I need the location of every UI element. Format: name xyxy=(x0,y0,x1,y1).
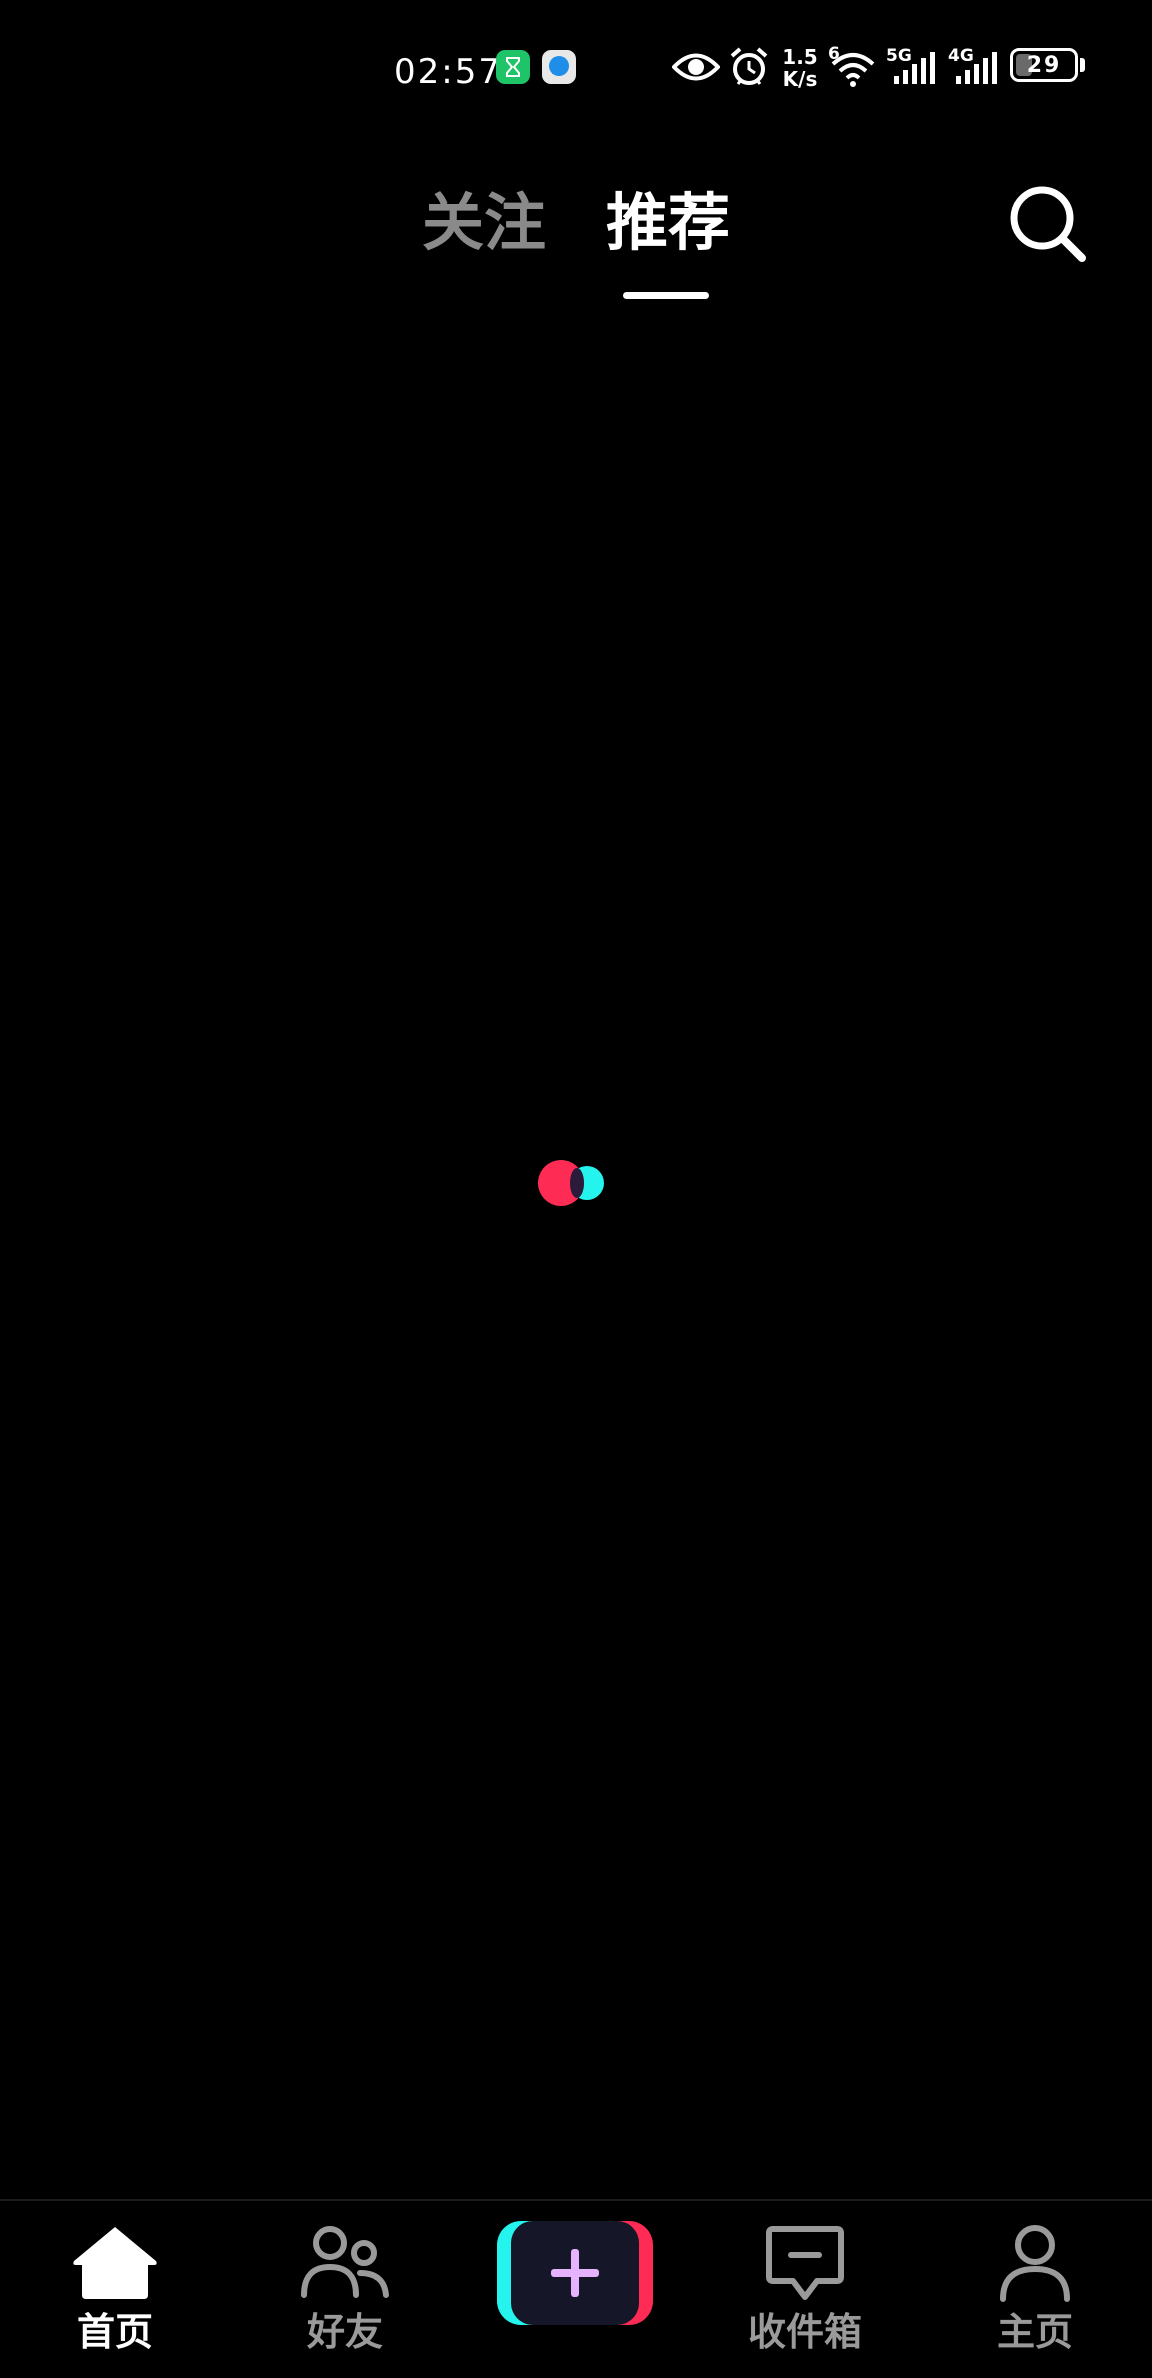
inbox-icon xyxy=(766,2226,844,2300)
bottom-nav: 首页 好友 收件箱 主页 xyxy=(0,2199,1152,2378)
wifi-icon xyxy=(831,53,875,87)
status-bar: 02:57 1.5 K/s 6 5G 4G 29 xyxy=(0,0,1152,130)
create-button[interactable] xyxy=(497,2221,653,2325)
nav-friends-label: 好友 xyxy=(306,2310,383,2354)
alarm-icon xyxy=(730,47,768,85)
nav-inbox-label: 收件箱 xyxy=(747,2310,862,2354)
nav-profile[interactable]: 主页 xyxy=(945,2201,1125,2378)
search-icon xyxy=(1010,186,1086,262)
hourglass-icon xyxy=(496,50,530,84)
create-button-core xyxy=(511,2221,639,2325)
chat-bubble-icon xyxy=(542,50,576,84)
signal-icon xyxy=(894,52,935,84)
friends-icon xyxy=(301,2226,389,2298)
tab-follow[interactable]: 关注 xyxy=(422,180,546,266)
eye-icon xyxy=(672,53,720,81)
status-time: 02:57 xyxy=(394,52,502,92)
network-speed: 1.5 K/s xyxy=(780,46,820,90)
nav-profile-label: 主页 xyxy=(996,2310,1073,2354)
battery-icon: 29 xyxy=(1010,48,1078,82)
nav-home-label: 首页 xyxy=(76,2310,153,2354)
active-tab-indicator xyxy=(623,292,709,299)
network-speed-unit: K/s xyxy=(782,67,818,91)
nav-home[interactable]: 首页 xyxy=(25,2201,205,2378)
nav-inbox[interactable]: 收件箱 xyxy=(715,2201,895,2378)
loading-indicator xyxy=(538,1160,610,1206)
network-speed-value: 1.5 xyxy=(782,45,818,69)
nav-friends[interactable]: 好友 xyxy=(255,2201,435,2378)
tab-recommend[interactable]: 推荐 xyxy=(606,180,730,266)
battery-tip xyxy=(1080,58,1085,72)
top-tabs: 关注 推荐 xyxy=(0,180,1152,310)
loading-dot-overlap xyxy=(570,1168,584,1198)
battery-level: 29 xyxy=(1026,53,1062,78)
home-icon xyxy=(73,2227,157,2299)
plus-icon xyxy=(551,2249,599,2297)
profile-icon xyxy=(1000,2225,1070,2302)
search-button[interactable] xyxy=(1006,182,1090,266)
signal-icon-2 xyxy=(956,52,997,84)
